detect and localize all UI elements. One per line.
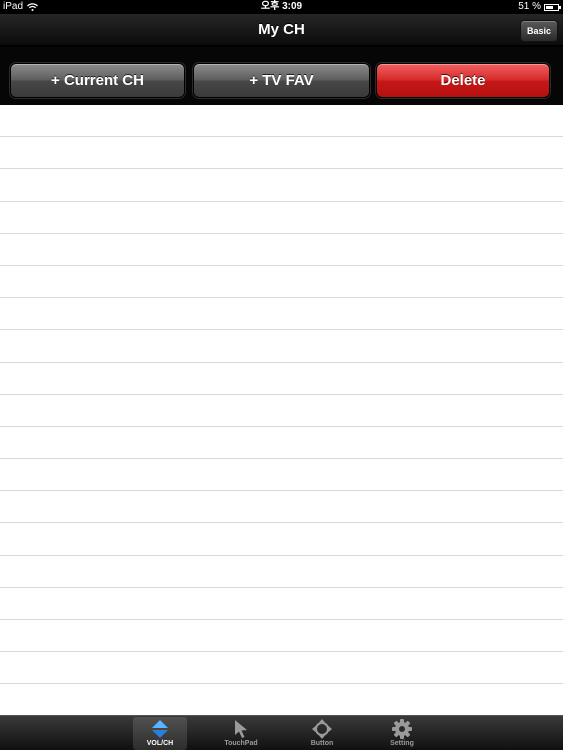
list-item[interactable] <box>0 363 563 395</box>
status-right: 51 % <box>518 0 561 14</box>
list-item[interactable] <box>0 620 563 653</box>
list-item[interactable] <box>0 169 563 202</box>
gear-icon <box>392 719 412 739</box>
list-item[interactable] <box>0 556 563 588</box>
tab-vol-ch[interactable]: VOL/CH <box>133 717 187 750</box>
list-item[interactable] <box>0 105 563 138</box>
basic-button[interactable]: Basic <box>520 20 558 42</box>
list-item[interactable] <box>0 523 563 556</box>
tab-touchpad[interactable]: TouchPad <box>214 717 268 750</box>
list-item[interactable] <box>0 684 563 715</box>
list-item[interactable] <box>0 459 563 492</box>
tab-bar: VOL/CH TouchPad Button Setting <box>0 715 563 750</box>
list-item[interactable] <box>0 330 563 363</box>
list-item[interactable] <box>0 588 563 620</box>
list-item[interactable] <box>0 298 563 331</box>
add-current-ch-button[interactable]: + Current CH <box>10 63 185 98</box>
page-title: My CH <box>258 21 305 38</box>
list-item[interactable] <box>0 266 563 299</box>
channel-list[interactable] <box>0 105 563 715</box>
battery-icon <box>544 4 561 11</box>
add-tv-fav-button[interactable]: + TV FAV <box>193 63 370 98</box>
tab-setting[interactable]: Setting <box>375 717 429 750</box>
list-item[interactable] <box>0 202 563 234</box>
battery-percent: 51 % <box>518 1 541 12</box>
dpad-icon <box>312 719 332 739</box>
action-toolbar: + Current CH + TV FAV Delete <box>0 47 563 105</box>
tab-label: Setting <box>390 740 414 747</box>
status-time: 오후 3:09 <box>260 1 303 12</box>
list-item[interactable] <box>0 427 563 460</box>
status-bar: iPad 오후 3:09 51 % <box>0 0 563 14</box>
list-item[interactable] <box>0 652 563 685</box>
delete-button[interactable]: Delete <box>376 63 550 98</box>
navigation-bar: My CH Basic <box>0 14 563 46</box>
tab-button[interactable]: Button <box>295 717 349 750</box>
tab-label: Button <box>310 740 334 747</box>
list-item[interactable] <box>0 395 563 427</box>
battery-fill <box>546 6 553 9</box>
pointer-cursor-icon <box>235 720 247 738</box>
list-item[interactable] <box>0 137 563 170</box>
list-item[interactable] <box>0 234 563 266</box>
tab-label: TouchPad <box>224 740 258 747</box>
tab-label: VOL/CH <box>146 740 174 747</box>
list-item[interactable] <box>0 491 563 524</box>
vol-ch-arrows-icon <box>152 720 168 738</box>
